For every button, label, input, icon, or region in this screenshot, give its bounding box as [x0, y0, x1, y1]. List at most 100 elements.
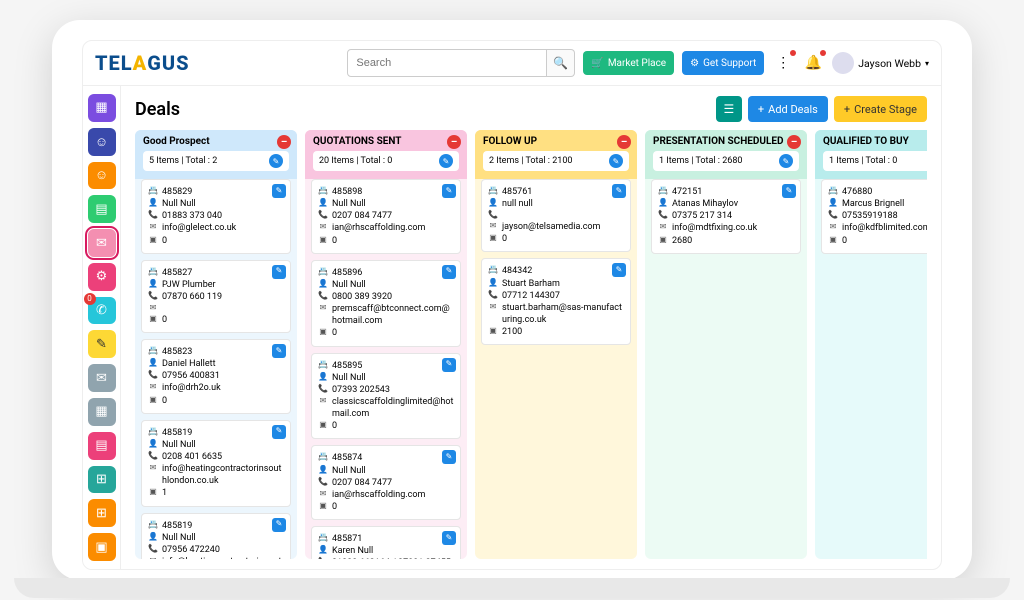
edit-deal-button[interactable]: ✎ — [782, 184, 796, 198]
sidebar-item-6[interactable]: ✆0 — [88, 297, 116, 325]
deal-contact-icon: 👤 — [488, 198, 498, 209]
sidebar-item-9[interactable]: ▦ — [88, 398, 116, 426]
edit-column-button[interactable]: ✎ — [439, 154, 453, 168]
deal-card[interactable]: ✎📇485827👤PJW Plumber📞07870 660 119✉▣0 — [141, 260, 291, 333]
column-title: QUOTATIONS SENT — [313, 136, 401, 147]
deal-email-icon: ✉ — [148, 556, 158, 559]
deal-id-icon: 📇 — [148, 267, 158, 278]
deal-phone-icon: 📞 — [318, 291, 328, 302]
plus-icon: + — [758, 103, 764, 116]
more-menu[interactable]: ⋮ — [772, 52, 794, 74]
delete-column-button[interactable]: – — [787, 135, 801, 149]
delete-column-button[interactable]: – — [447, 135, 461, 149]
edit-column-button[interactable]: ✎ — [269, 154, 283, 168]
deal-id: 485823 — [162, 346, 192, 358]
sidebar-item-4[interactable]: ✉ — [88, 229, 116, 257]
deal-phone-icon: 📞 — [488, 210, 498, 221]
column-items-count: 20 Items | Total : 0 — [319, 156, 392, 166]
edit-column-button[interactable]: ✎ — [609, 154, 623, 168]
deal-phone: 07870 660 119 — [162, 291, 222, 303]
sidebar-item-11[interactable]: ⊞ — [88, 466, 116, 494]
delete-column-button[interactable]: – — [277, 135, 291, 149]
deal-card[interactable]: ✎📇485896👤Null Null📞0800 389 3920✉premsca… — [311, 260, 461, 347]
sidebar-item-13[interactable]: ▣ — [88, 533, 116, 561]
sidebar-item-5[interactable]: ⚙ — [88, 263, 116, 291]
deal-contact: Null Null — [162, 439, 196, 451]
search-icon: 🔍 — [553, 56, 568, 70]
sidebar-item-7[interactable]: ✎ — [88, 330, 116, 358]
edit-deal-button[interactable]: ✎ — [612, 184, 626, 198]
column-items-count: 2 Items | Total : 2100 — [489, 156, 572, 166]
deal-contact-icon: 👤 — [318, 465, 328, 476]
get-support-button[interactable]: ⚙ Get Support — [682, 51, 764, 75]
edit-deal-button[interactable]: ✎ — [612, 263, 626, 277]
deal-phone: 0800 389 3920 — [332, 291, 392, 303]
deal-contact-icon: 👤 — [318, 372, 328, 383]
list-view-button[interactable]: ☰ — [716, 96, 742, 122]
delete-column-button[interactable]: – — [617, 135, 631, 149]
edit-deal-button[interactable]: ✎ — [272, 265, 286, 279]
deal-card[interactable]: ✎📇485761👤null null📞✉jayson@telsamedia.co… — [481, 179, 631, 252]
search-input[interactable] — [347, 49, 547, 77]
deal-contact: Marcus Brignell — [842, 198, 904, 210]
deal-card[interactable]: ✎📇484342👤Stuart Barham📞07712 144307✉stua… — [481, 258, 631, 345]
deal-card[interactable]: ✎📇485829👤Null Null📞01883 373 040✉info@gl… — [141, 179, 291, 254]
deal-email-icon: ✉ — [148, 382, 158, 393]
deal-id-icon: 📇 — [658, 186, 668, 197]
deal-phone: 01883 373 040 — [162, 210, 222, 222]
deal-value-icon: ▣ — [318, 420, 328, 431]
notifications-button[interactable]: 🔔 — [802, 52, 824, 74]
deal-card[interactable]: ✎📇485898👤Null Null📞0207 084 7477✉ian@rhs… — [311, 179, 461, 254]
sidebar-item-3[interactable]: ▤ — [88, 195, 116, 223]
sidebar-item-10[interactable]: ▤ — [88, 432, 116, 460]
edit-deal-button[interactable]: ✎ — [442, 358, 456, 372]
add-deals-button[interactable]: +Add Deals — [748, 96, 828, 122]
deal-card[interactable]: ✎📇485819👤Null Null📞0208 401 6635✉info@he… — [141, 420, 291, 507]
deal-card[interactable]: ✎📇485823👤Daniel Hallett📞07956 400831✉inf… — [141, 339, 291, 414]
sidebar-item-1[interactable]: ☺ — [88, 128, 116, 156]
deal-contact-icon: 👤 — [148, 439, 158, 450]
user-menu[interactable]: Jayson Webb ▾ — [832, 52, 929, 74]
edit-column-button[interactable]: ✎ — [779, 154, 793, 168]
sidebar-item-2[interactable]: ☺ — [88, 162, 116, 190]
deal-phone: 07956 400831 — [162, 370, 220, 382]
edit-deal-button[interactable]: ✎ — [272, 518, 286, 532]
sidebar-item-8[interactable]: ✉ — [88, 364, 116, 392]
column-title: PRESENTATION SCHEDULED — [653, 136, 784, 147]
deal-id-icon: 📇 — [488, 265, 498, 276]
deal-phone: 0208 401 6635 — [162, 451, 222, 463]
deal-card[interactable]: ✎📇476880👤Marcus Brignell📞07535919188✉inf… — [821, 179, 927, 254]
edit-deal-button[interactable]: ✎ — [272, 184, 286, 198]
deal-contact-icon: 👤 — [318, 198, 328, 209]
deal-card[interactable]: ✎📇485819👤Null Null📞07956 472240✉info@hea… — [141, 513, 291, 559]
deal-value: 0 — [332, 235, 337, 247]
deal-contact-icon: 👤 — [148, 279, 158, 290]
sidebar-item-0[interactable]: ▦ — [88, 94, 116, 122]
deal-card[interactable]: ✎📇485895👤Null Null📞07393 202543✉classics… — [311, 353, 461, 440]
deal-contact-icon: 👤 — [488, 278, 498, 289]
create-stage-button[interactable]: +Create Stage — [834, 96, 927, 122]
edit-deal-button[interactable]: ✎ — [442, 265, 456, 279]
search-button[interactable]: 🔍 — [547, 49, 575, 77]
deal-card[interactable]: ✎📇485874👤Null Null📞0207 084 7477✉ian@rhs… — [311, 445, 461, 520]
sidebar-item-12[interactable]: ⊞ — [88, 499, 116, 527]
market-place-button[interactable]: 🛒 Market Place — [583, 51, 674, 75]
edit-deal-button[interactable]: ✎ — [272, 344, 286, 358]
deal-phone-icon: 📞 — [148, 291, 158, 302]
deal-phone: 07375 217 314 — [672, 210, 732, 222]
deal-id: 484342 — [502, 265, 532, 277]
deal-card[interactable]: ✎📇485871👤Karen Null📞01223 662164 / 07831… — [311, 526, 461, 559]
deal-id: 472151 — [672, 186, 702, 198]
deal-phone-icon: 📞 — [318, 210, 328, 221]
edit-deal-button[interactable]: ✎ — [442, 531, 456, 545]
deal-card[interactable]: ✎📇472151👤Atanas Mihaylov📞07375 217 314✉i… — [651, 179, 801, 254]
edit-deal-button[interactable]: ✎ — [272, 425, 286, 439]
deal-value: 0 — [332, 501, 337, 513]
avatar — [832, 52, 854, 74]
column-header: QUOTATIONS SENT – — [305, 130, 467, 151]
edit-deal-button[interactable]: ✎ — [442, 450, 456, 464]
deal-contact: Daniel Hallett — [162, 358, 216, 370]
edit-deal-button[interactable]: ✎ — [442, 184, 456, 198]
deal-value: 0 — [842, 235, 847, 247]
column-header: FOLLOW UP– — [475, 130, 637, 151]
